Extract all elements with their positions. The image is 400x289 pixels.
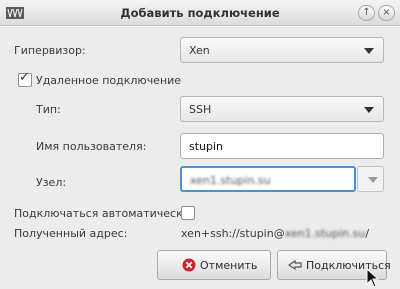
host-dropdown-button[interactable] xyxy=(357,166,384,192)
hypervisor-combo[interactable]: Xen xyxy=(180,37,384,63)
remote-checkbox[interactable]: ✓ xyxy=(18,70,32,87)
address-label: Полученный адрес: xyxy=(14,227,128,240)
cancel-icon xyxy=(182,258,196,272)
type-combo[interactable]: SSH xyxy=(180,96,384,122)
mouse-pointer-icon xyxy=(366,268,380,288)
hypervisor-label: Гипервизор: xyxy=(14,44,86,57)
chevron-down-icon xyxy=(364,107,374,113)
close-button[interactable]: × xyxy=(378,5,395,21)
host-value: xen1.stupin.su xyxy=(190,174,271,187)
host-label: Узел: xyxy=(36,176,67,189)
check-icon: ✓ xyxy=(19,70,30,85)
chevron-down-icon xyxy=(368,177,378,183)
type-label: Тип: xyxy=(36,103,61,116)
username-label: Имя пользователя: xyxy=(36,140,147,153)
autoconnect-checkbox[interactable] xyxy=(181,206,195,220)
cancel-label: Отменить xyxy=(200,259,258,272)
username-value: stupin xyxy=(189,140,224,153)
host-field[interactable]: xen1.stupin.su xyxy=(180,166,356,192)
connect-icon xyxy=(288,259,302,271)
title-bar: Добавить подключение ↑ × xyxy=(0,0,400,26)
address-value: xen+ssh://stupin@xen1.stupin.su/ xyxy=(181,227,370,240)
cancel-button[interactable]: Отменить xyxy=(157,250,271,280)
remote-label: Удаленное подключение xyxy=(36,74,182,87)
username-field[interactable]: stupin xyxy=(180,133,384,159)
autoconnect-label: Подключаться автоматически: xyxy=(14,207,194,220)
dialog-content: Гипервизор: Xen ✓ Удаленное подключение … xyxy=(0,27,400,289)
window-title: Добавить подключение xyxy=(120,6,280,20)
hypervisor-value: Xen xyxy=(189,44,210,57)
type-value: SSH xyxy=(189,103,212,116)
maximize-button[interactable]: ↑ xyxy=(358,5,375,21)
chevron-down-icon xyxy=(364,48,374,54)
